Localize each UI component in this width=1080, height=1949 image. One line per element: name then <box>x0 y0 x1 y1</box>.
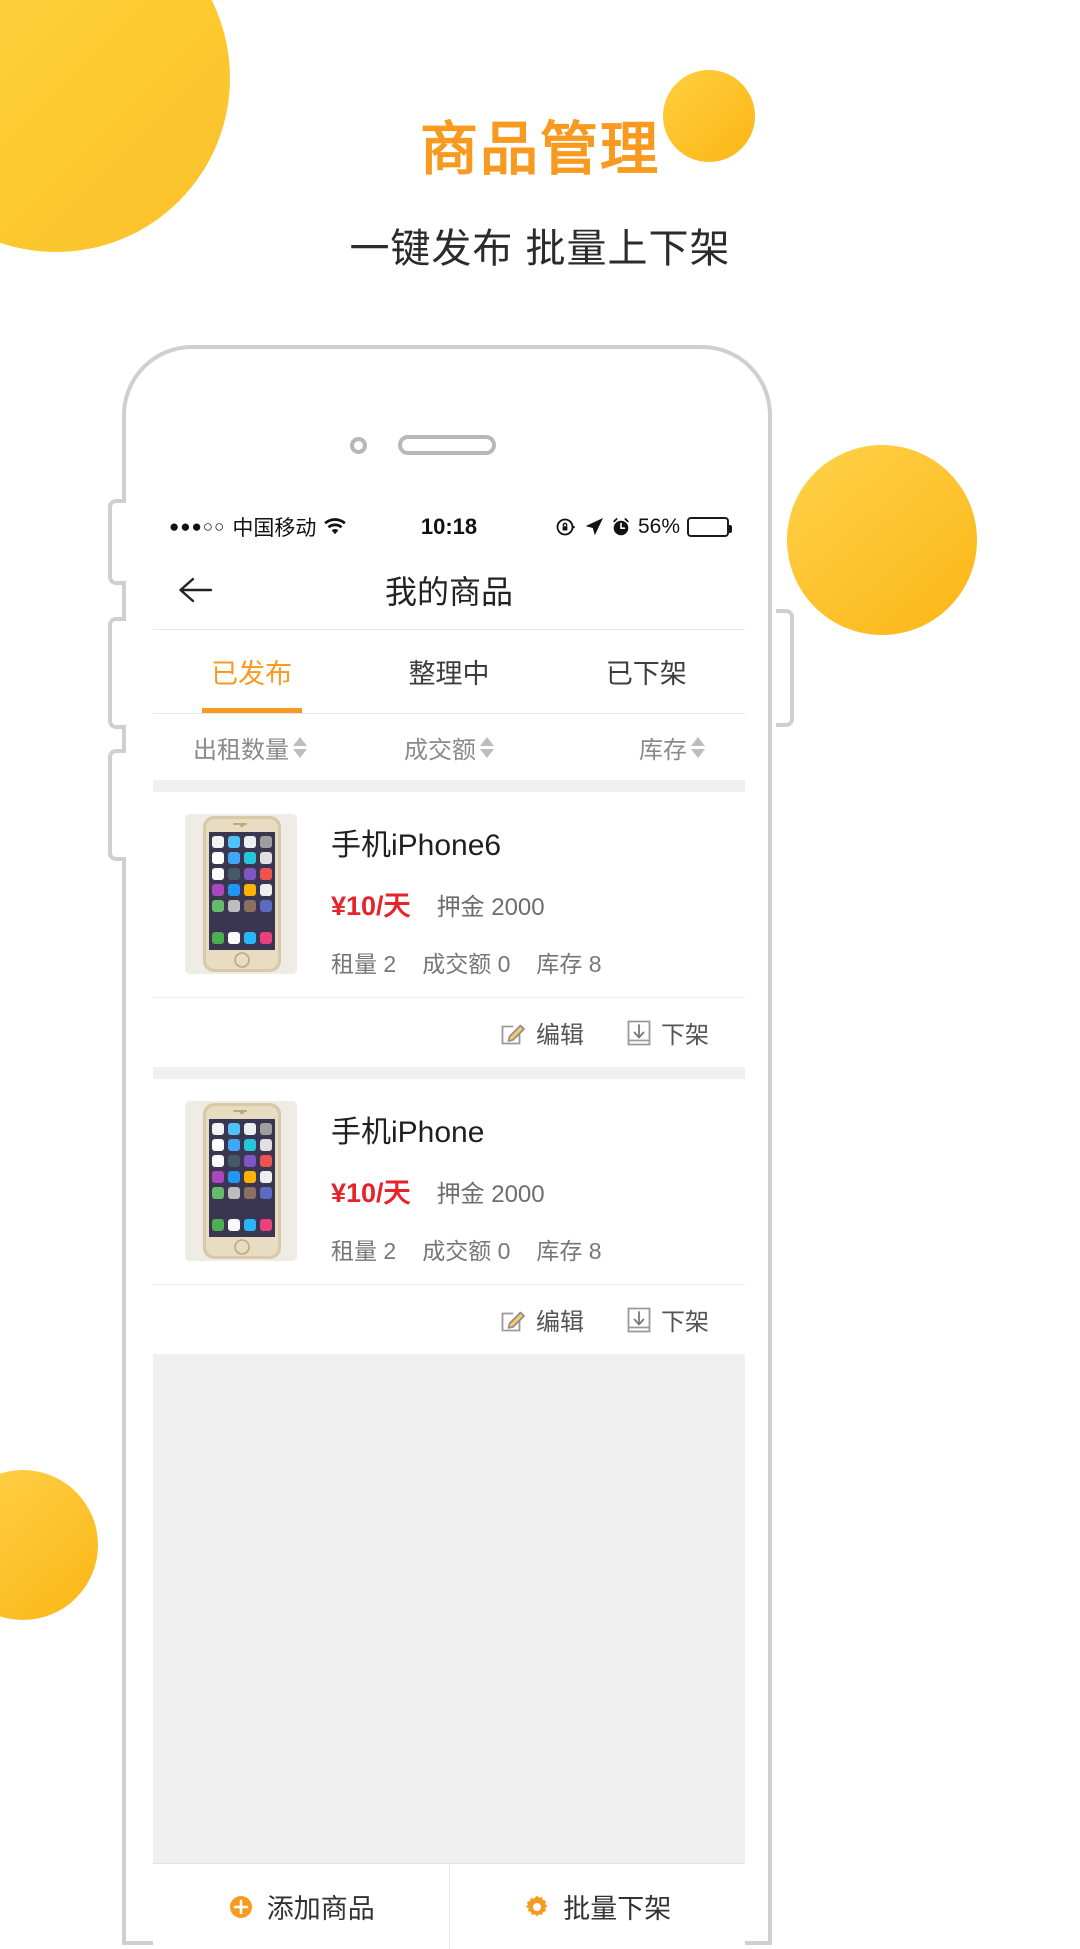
iphone-gold-photo <box>185 814 297 974</box>
unlist-button[interactable]: 下架 <box>626 1015 709 1050</box>
plus-circle-icon <box>227 1893 255 1921</box>
product-price-line: ¥10/天 押金 2000 <box>331 1171 721 1210</box>
action-label: 编辑 <box>536 1022 584 1049</box>
phone-volume-down-button <box>108 749 126 861</box>
carrier-label: 中国移动 <box>232 517 317 540</box>
tab-label: 整理中 <box>408 659 490 689</box>
sort-arrows-icon <box>691 736 706 758</box>
sort-arrows-icon <box>293 736 307 758</box>
tab-label: 已发布 <box>211 659 293 689</box>
sort-bar: 出租数量 成交额 库存 <box>153 714 745 780</box>
sort-stock[interactable]: 库存 <box>534 730 745 765</box>
status-bar-left: ●●●○○ 中国移动 <box>169 512 389 542</box>
batch-unlist-button[interactable]: 批量下架 <box>448 1864 746 1949</box>
status-bar-right: 56% <box>509 515 732 539</box>
alarm-clock-icon <box>611 517 631 537</box>
product-card-actions: 编辑 下架 <box>153 997 745 1067</box>
stat-turnover: 成交额 0 <box>422 951 511 977</box>
sort-label: 出租数量 <box>193 736 289 764</box>
product-price: ¥10/天 <box>331 891 411 921</box>
product-price-line: ¥10/天 押金 2000 <box>331 884 721 923</box>
product-deposit: 押金 2000 <box>436 894 545 921</box>
sort-label: 成交额 <box>404 736 476 764</box>
page-subtitle: 一键发布 批量上下架 <box>349 226 731 271</box>
stat-rent-count: 租量 2 <box>331 1238 397 1264</box>
phone-screen: ●●●○○ 中国移动 10:18 56% 我的商品 已发布 整理中 已下架 出租… <box>153 504 745 1949</box>
phone-volume-up-button <box>108 617 126 729</box>
gear-icon <box>523 1893 551 1921</box>
status-bar-clock: 10:18 <box>420 514 478 539</box>
product-card[interactable]: 手机iPhone ¥10/天 押金 2000 租量 2 成交额 0 库存 8 编… <box>153 1079 745 1354</box>
page-title: 商品管理 <box>419 117 660 182</box>
add-product-button[interactable]: 添加商品 <box>153 1864 449 1949</box>
signal-strength-dots: ●●●○○ <box>169 517 226 536</box>
nav-title: 我的商品 <box>384 573 513 610</box>
product-price: ¥10/天 <box>331 1178 411 1208</box>
edit-button[interactable]: 编辑 <box>499 1302 584 1337</box>
product-card[interactable]: 手机iPhone6 ¥10/天 押金 2000 租量 2 成交额 0 库存 8 <box>153 792 745 1067</box>
back-button[interactable] <box>153 575 239 605</box>
sort-arrows-icon <box>480 736 494 758</box>
bottom-button-label: 批量下架 <box>563 1894 672 1924</box>
back-arrow-icon <box>177 575 215 605</box>
edit-button[interactable]: 编辑 <box>499 1015 584 1050</box>
rotation-lock-icon <box>555 516 577 538</box>
pencil-edit-icon <box>499 1306 527 1334</box>
iphone-gold-photo <box>185 1101 297 1261</box>
product-list[interactable]: 手机iPhone6 ¥10/天 押金 2000 租量 2 成交额 0 库存 8 <box>153 780 745 1863</box>
stat-stock: 库存 8 <box>536 1238 602 1264</box>
unlist-arrow-icon <box>626 1019 652 1047</box>
tab-published[interactable]: 已发布 <box>153 630 350 713</box>
decor-circle-right <box>787 445 977 635</box>
tab-active-indicator <box>201 708 302 713</box>
stat-rent-count: 租量 2 <box>331 951 397 977</box>
page-header: 商品管理 一键发布 批量上下架 <box>0 118 1080 274</box>
battery-icon <box>687 517 732 537</box>
battery-percent-label: 56% <box>637 515 680 538</box>
sort-turnover[interactable]: 成交额 <box>364 730 535 765</box>
sort-rent-count[interactable]: 出租数量 <box>153 730 364 765</box>
product-card-body[interactable]: 手机iPhone ¥10/天 押金 2000 租量 2 成交额 0 库存 8 <box>153 1079 745 1284</box>
product-name: 手机iPhone <box>331 1116 485 1149</box>
action-label: 下架 <box>661 1022 709 1049</box>
phone-mockup: ●●●○○ 中国移动 10:18 56% 我的商品 已发布 整理中 已下架 出租… <box>108 345 794 1949</box>
tab-organizing[interactable]: 整理中 <box>350 630 547 713</box>
product-card-actions: 编辑 下架 <box>153 1284 745 1354</box>
location-arrow-icon <box>584 517 604 537</box>
status-bar: ●●●○○ 中国移动 10:18 56% <box>153 504 745 550</box>
unlist-arrow-icon <box>626 1306 652 1334</box>
tab-label: 已下架 <box>605 659 687 689</box>
pencil-edit-icon <box>499 1019 527 1047</box>
bottom-button-label: 添加商品 <box>266 1894 375 1924</box>
stat-stock: 库存 8 <box>536 951 602 977</box>
action-label: 编辑 <box>536 1309 584 1336</box>
tab-bar: 已发布 整理中 已下架 <box>153 630 745 714</box>
phone-front-camera <box>350 437 367 454</box>
bottom-action-bar: 添加商品 批量下架 <box>153 1863 745 1949</box>
sort-label: 库存 <box>639 736 688 764</box>
phone-power-button <box>776 609 794 727</box>
product-deposit: 押金 2000 <box>436 1181 545 1208</box>
nav-bar: 我的商品 <box>153 550 745 630</box>
product-stats: 租量 2 成交额 0 库存 8 <box>331 1232 721 1266</box>
product-card-body[interactable]: 手机iPhone6 ¥10/天 押金 2000 租量 2 成交额 0 库存 8 <box>153 792 745 997</box>
product-info: 手机iPhone6 ¥10/天 押金 2000 租量 2 成交额 0 库存 8 <box>297 814 721 979</box>
action-label: 下架 <box>661 1309 709 1336</box>
phone-speaker-grille <box>398 435 496 455</box>
tab-unlisted[interactable]: 已下架 <box>548 630 745 713</box>
stat-turnover: 成交额 0 <box>422 1238 511 1264</box>
product-info: 手机iPhone ¥10/天 押金 2000 租量 2 成交额 0 库存 8 <box>297 1101 721 1266</box>
product-stats: 租量 2 成交额 0 库存 8 <box>331 945 721 979</box>
unlist-button[interactable]: 下架 <box>626 1302 709 1337</box>
decor-circle-bottom-left <box>0 1470 98 1620</box>
wifi-icon <box>323 518 347 536</box>
product-name: 手机iPhone6 <box>331 829 502 862</box>
phone-mute-switch <box>108 499 126 585</box>
